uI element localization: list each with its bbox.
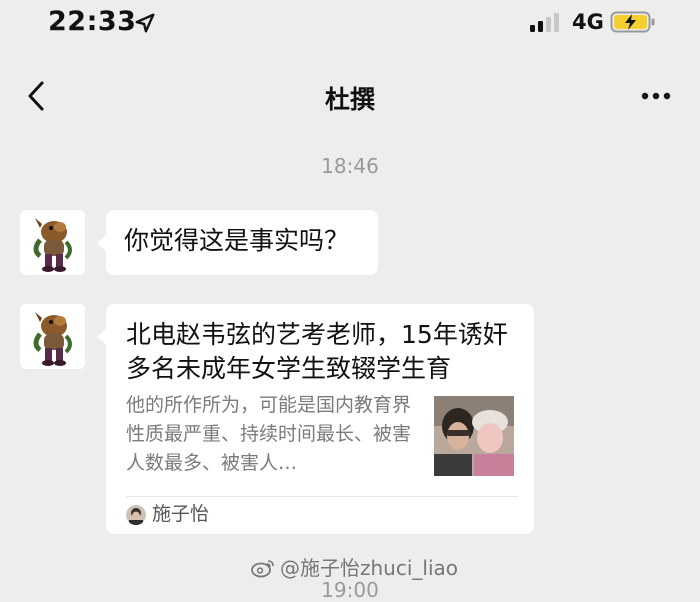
chat-nav-bar: 杜撰 bbox=[0, 64, 700, 128]
card-divider bbox=[126, 496, 518, 497]
article-description: 他的所作所为，可能是国内教育界性质最严重、持续时间最长、被害人数最多、被害人… bbox=[126, 394, 412, 474]
cartoon-character-avatar-icon bbox=[20, 304, 85, 369]
sender-avatar[interactable] bbox=[20, 210, 85, 275]
status-time: 22:33 bbox=[48, 6, 137, 37]
location-arrow-icon bbox=[135, 13, 155, 33]
watermark: @施子怡zhuci_liao bbox=[250, 556, 458, 580]
more-dots-icon[interactable] bbox=[640, 84, 672, 108]
message-text: 你觉得这是事实吗？ bbox=[124, 226, 350, 255]
next-timestamp: 19:00 bbox=[321, 578, 379, 602]
signal-bars-icon bbox=[530, 13, 559, 32]
network-label: 4G bbox=[572, 10, 604, 34]
article-thumbnail-image bbox=[434, 396, 514, 476]
article-title: 北电赵韦弦的艺考老师，15年诱奸多名未成年女学生致辍学生育 bbox=[126, 320, 508, 383]
weibo-icon bbox=[250, 558, 276, 578]
status-bar: 22:33 4G bbox=[0, 0, 700, 50]
article-source-name: 施子怡 bbox=[152, 503, 210, 525]
watermark-text: @施子怡zhuci_liao bbox=[280, 556, 459, 580]
sender-avatar[interactable] bbox=[20, 304, 85, 369]
chat-timestamp: 18:46 bbox=[321, 154, 379, 178]
message-bubble-text[interactable]: 你觉得这是事实吗？ bbox=[97, 210, 378, 275]
source-avatar-icon bbox=[126, 505, 146, 525]
article-link-card[interactable]: 北电赵韦弦的艺考老师，15年诱奸多名未成年女学生致辍学生育 他的所作所为，可能是… bbox=[97, 304, 534, 534]
cartoon-character-avatar-icon bbox=[20, 210, 85, 275]
chat-title: 杜撰 bbox=[324, 85, 375, 114]
battery-charging-icon bbox=[610, 11, 655, 33]
